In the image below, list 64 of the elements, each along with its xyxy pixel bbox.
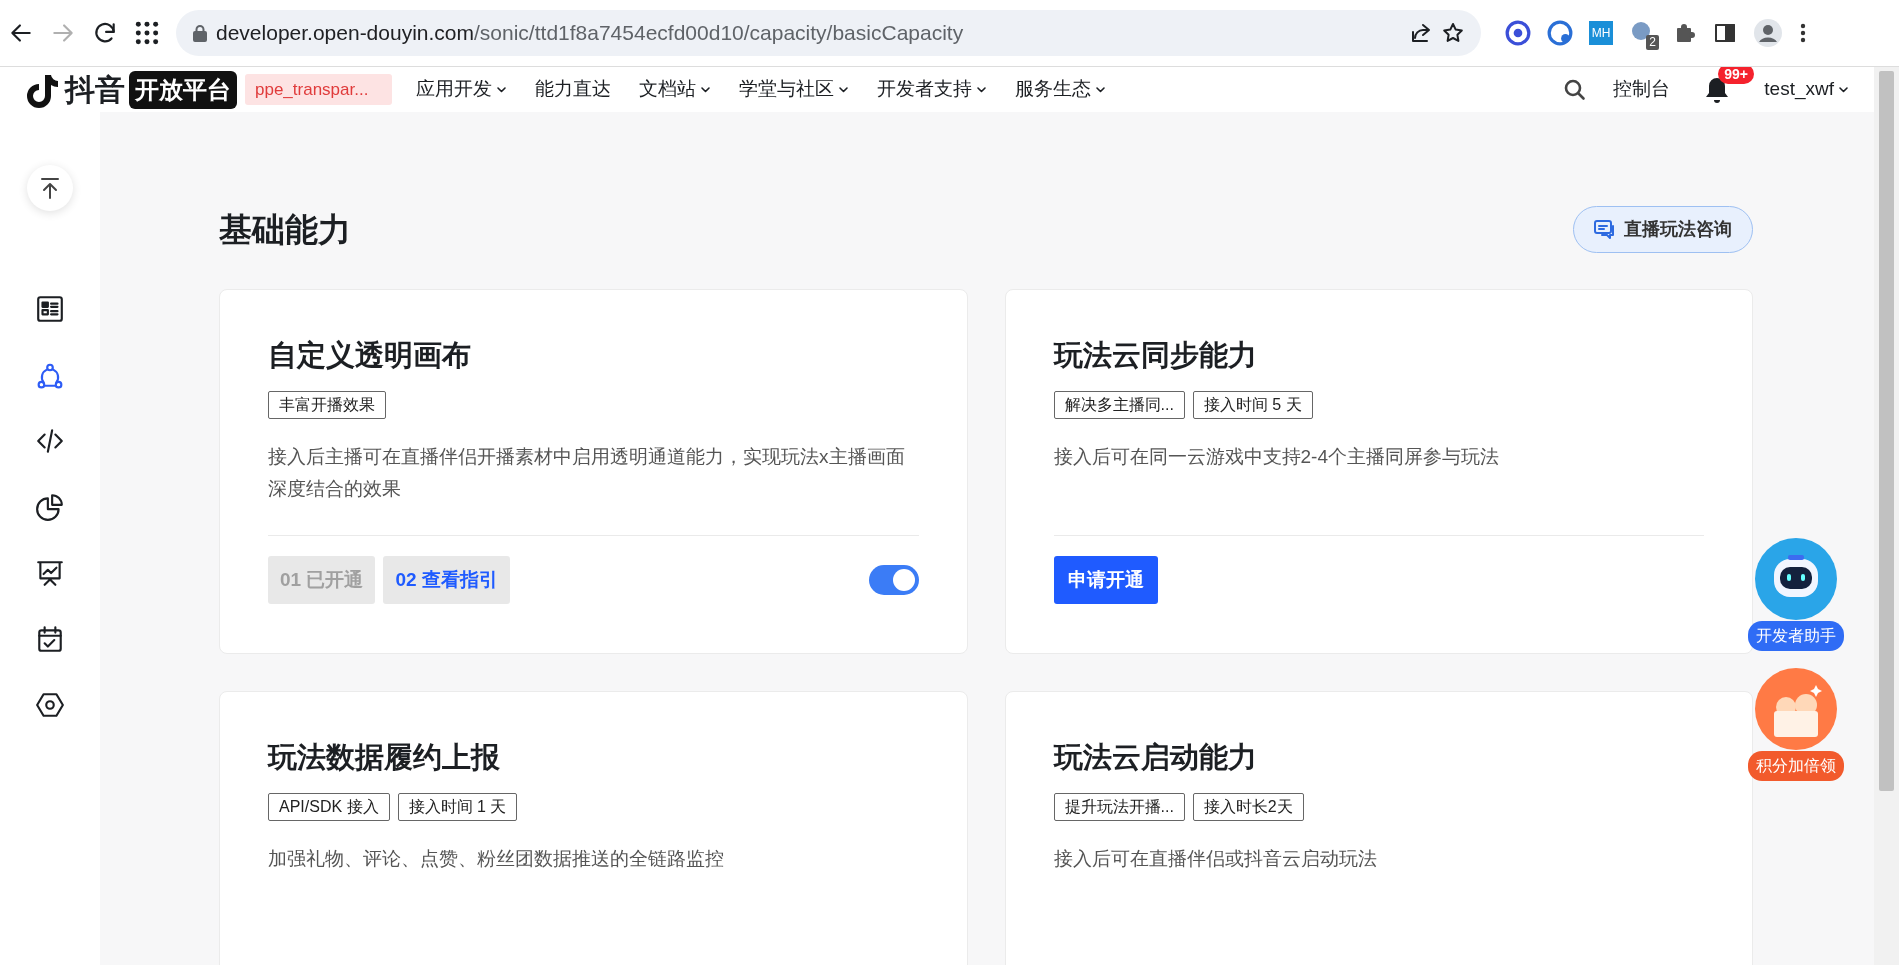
hexagon-icon[interactable]: [35, 690, 65, 720]
console-link[interactable]: 控制台: [1613, 75, 1671, 104]
lock-icon: [192, 24, 208, 42]
nav-menu-item[interactable]: 能力直达: [535, 75, 611, 104]
scrollbar[interactable]: [1874, 67, 1899, 965]
tag: 接入时间 5 天: [1192, 390, 1313, 419]
extension-icon[interactable]: [1505, 20, 1531, 46]
address-bar[interactable]: developer.open-douyin.com/sonic/ttd1f8a7454ecfd00d10/capacity/basicCapacity: [176, 10, 1481, 56]
extension-icon[interactable]: MH: [1589, 21, 1613, 45]
search-icon[interactable]: [1563, 77, 1588, 102]
apply-button[interactable]: 申请开通: [1053, 555, 1158, 605]
back-to-top-button[interactable]: [27, 165, 73, 211]
assistant-button[interactable]: 开发者助手: [1748, 621, 1844, 651]
tag: 接入时间 1 天: [397, 792, 518, 821]
card-title: 玩法数据履约上报: [268, 740, 501, 775]
scrollbar-thumb[interactable]: [1879, 71, 1894, 791]
caret-icon: [976, 85, 987, 94]
page-title: 基础能力: [219, 209, 351, 250]
logo-badge[interactable]: 开放平台: [129, 70, 237, 109]
star-icon[interactable]: [1441, 21, 1465, 45]
nav-menu-item[interactable]: 学堂与社区: [739, 75, 849, 104]
caret-icon: [838, 85, 849, 94]
card-description: 接入后可在同一云游戏中支持2-4个主播同屏参与玩法: [1053, 444, 1500, 469]
environment-tag: ppe_transpar...: [245, 73, 392, 106]
url-text: developer.open-douyin.com/sonic/ttd1f8a7454ecfd00d10/capacity/basicCapacity: [216, 20, 965, 47]
more-icon[interactable]: [1799, 21, 1807, 45]
step-button[interactable]: 02 查看指引: [383, 555, 510, 605]
tag: 接入时长2天: [1192, 792, 1304, 821]
nav-menu-item[interactable]: 文档站: [639, 75, 711, 104]
card-description: 加强礼物、评论、点赞、粉丝团数据推送的全链路监控: [268, 846, 725, 871]
caret-icon: [1838, 85, 1849, 94]
share-icon[interactable]: [1409, 21, 1433, 45]
arrow-up-icon: [39, 177, 61, 199]
card-title: 玩法云启动能力: [1053, 740, 1258, 775]
card-description: 接入后可在直播伴侣或抖音云启动玩法: [1053, 846, 1378, 871]
notification-badge: 99+: [1718, 67, 1755, 84]
nav-menu-item[interactable]: 服务生态: [1015, 75, 1106, 104]
tag: 提升玩法开播...: [1053, 792, 1185, 821]
caret-icon: [496, 85, 507, 94]
list-icon[interactable]: [35, 294, 65, 324]
side-panel-icon[interactable]: [1713, 21, 1737, 45]
toggle-switch[interactable]: [868, 565, 919, 596]
nav-menu-item[interactable]: 开发者支持: [877, 75, 987, 104]
tag: 解决多主播同...: [1053, 390, 1185, 419]
caret-icon: [1095, 85, 1106, 94]
card-title: 玩法云同步能力: [1053, 338, 1258, 373]
logo-text[interactable]: 抖音: [65, 67, 125, 112]
tag: 丰富开播效果: [268, 390, 386, 419]
avatar-icon[interactable]: [1753, 18, 1783, 48]
nav-menu-item[interactable]: 应用开发: [416, 75, 507, 104]
user-menu[interactable]: test_xwf: [1764, 75, 1849, 104]
board-icon[interactable]: [35, 558, 65, 588]
apps-icon[interactable]: [134, 20, 160, 46]
calendar-icon[interactable]: [35, 624, 65, 654]
tag: API/SDK 接入: [268, 792, 390, 821]
card-description: 接入后主播可在直播伴侣开播素材中启用透明通道能力，实现玩法x主播画面深度结合的效果: [268, 444, 906, 501]
extension-icon[interactable]: [1547, 20, 1573, 46]
card-title: 自定义透明画布: [268, 338, 472, 373]
robot-icon[interactable]: [1754, 537, 1838, 621]
pie-icon[interactable]: [35, 492, 65, 522]
chat-icon: [1594, 219, 1616, 240]
consult-button[interactable]: 直播玩法咨询: [1573, 206, 1753, 253]
caret-icon: [700, 85, 711, 94]
code-icon[interactable]: [35, 426, 65, 456]
